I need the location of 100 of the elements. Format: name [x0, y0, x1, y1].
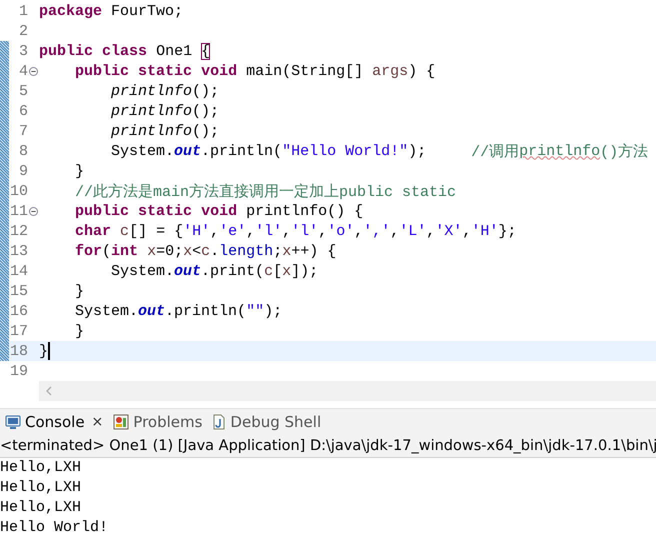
line-number: 1 [18, 2, 28, 20]
method-call: printlnfo [111, 82, 192, 100]
line-number: 19 [9, 362, 28, 380]
line-number: 16 [9, 302, 28, 320]
code-text: =0; [156, 242, 184, 260]
variable-name: x [282, 262, 292, 280]
line-number: 3 [18, 42, 28, 60]
horizontal-scrollbar[interactable] [39, 381, 656, 401]
keyword: static [138, 202, 192, 220]
line-number: 4 [18, 62, 28, 80]
line-number: 14 [9, 262, 28, 280]
keyword: public [39, 42, 94, 60]
string-literal: "Hello World!" [282, 142, 408, 160]
string-literal: 'l' [291, 222, 318, 240]
monitor-icon [5, 414, 21, 430]
method-call: printlnfo [111, 102, 192, 120]
code-comment: ()方法 [600, 142, 648, 160]
code-text: (); [192, 102, 220, 120]
code-text: < [192, 242, 202, 260]
keyword: void [201, 62, 238, 80]
code-text: } [75, 162, 84, 180]
code-text: , [282, 222, 292, 240]
keyword: void [201, 202, 238, 220]
line-number: 11 [9, 202, 28, 220]
code-text: System. [111, 142, 174, 160]
view-tab[interactable]: Debug Shell [210, 410, 324, 434]
console-output-line: Hello World! [0, 518, 110, 538]
code-text: printlnfo() { [246, 202, 364, 220]
code-text: , [210, 222, 220, 240]
field-name: out [174, 142, 202, 160]
line-number: 10 [9, 182, 28, 200]
line-number: 13 [9, 242, 28, 260]
code-text: [ [273, 262, 282, 280]
collapse-icon[interactable] [29, 206, 38, 216]
code-text: , [390, 222, 400, 240]
code-text: System. [111, 262, 174, 280]
code-text: ++) { [291, 242, 336, 260]
code-text: ); [408, 142, 426, 160]
variable-name: c [201, 242, 210, 260]
code-text: main(String[] [246, 62, 364, 80]
variable-name: x [183, 242, 192, 260]
console-output-line: Hello,LXH [0, 478, 82, 498]
code-text: }; [498, 222, 516, 240]
code-text: ; [273, 242, 282, 260]
string-literal: 'X' [435, 222, 462, 240]
code-text: } [39, 342, 48, 360]
line-number: 17 [9, 322, 28, 340]
code-text: [] = { [129, 222, 184, 240]
line-number: 2 [18, 22, 28, 40]
problems-icon [113, 414, 130, 430]
java-file-icon [212, 414, 226, 430]
variable-name: c [120, 222, 130, 240]
code-text: } [75, 282, 84, 300]
string-literal: 'e' [219, 222, 246, 240]
view-tab[interactable]: Problems [111, 410, 204, 434]
launch-status: <terminated> One1 (1) [Java Application] D:\java\jdk-17_windows-x64_bin\jdk-17.0.1\bin\j [0, 435, 656, 458]
keyword: class [102, 42, 148, 60]
field-name: out [138, 302, 166, 320]
field-name: length [219, 242, 274, 260]
keyword: for [75, 242, 102, 260]
view-tab[interactable]: Console × [3, 410, 106, 434]
code-text: , [318, 222, 328, 240]
field-name: out [174, 262, 202, 280]
string-literal: 'l' [255, 222, 282, 240]
code-text: One1 [156, 42, 192, 60]
misspelled-word: printlnfo [519, 142, 600, 160]
console-output-line: Hello,LXH [0, 498, 82, 518]
code-comment: //调用 [471, 142, 520, 160]
console-output-line: Hello,LXH [0, 458, 82, 478]
code-text: . [210, 242, 220, 260]
line-number: 7 [18, 122, 28, 140]
keyword: char [75, 222, 112, 240]
string-literal: 'H' [183, 222, 210, 240]
code-text: FourTwo; [111, 2, 184, 20]
code-text: , [246, 222, 256, 240]
keyword: static [138, 62, 192, 80]
line-number: 8 [18, 142, 28, 160]
string-literal: "" [246, 302, 264, 320]
keyword: public [75, 202, 130, 220]
code-text: .print( [201, 262, 264, 280]
string-literal: 'H' [471, 222, 498, 240]
code-text: (); [192, 82, 220, 100]
code-text: .println( [165, 302, 246, 320]
code-text: .println( [201, 142, 282, 160]
collapse-icon[interactable] [29, 66, 38, 76]
close-icon[interactable]: × [92, 414, 104, 430]
code-text: ) { [408, 62, 436, 80]
code-text: , [462, 222, 472, 240]
text-cursor [48, 342, 50, 360]
matched-bracket: { [201, 42, 210, 60]
variable-name: c [264, 262, 274, 280]
code-text: } [75, 322, 84, 340]
code-text: ); [264, 302, 282, 320]
string-literal: 'L' [399, 222, 426, 240]
code-comment: //此方法是main方法直接调用一定加上public static [75, 182, 456, 200]
code-text: ( [102, 242, 112, 260]
keyword: int [111, 242, 138, 260]
variable-name: x [282, 242, 292, 260]
line-number: 12 [9, 222, 28, 240]
line-number: 5 [18, 82, 28, 100]
